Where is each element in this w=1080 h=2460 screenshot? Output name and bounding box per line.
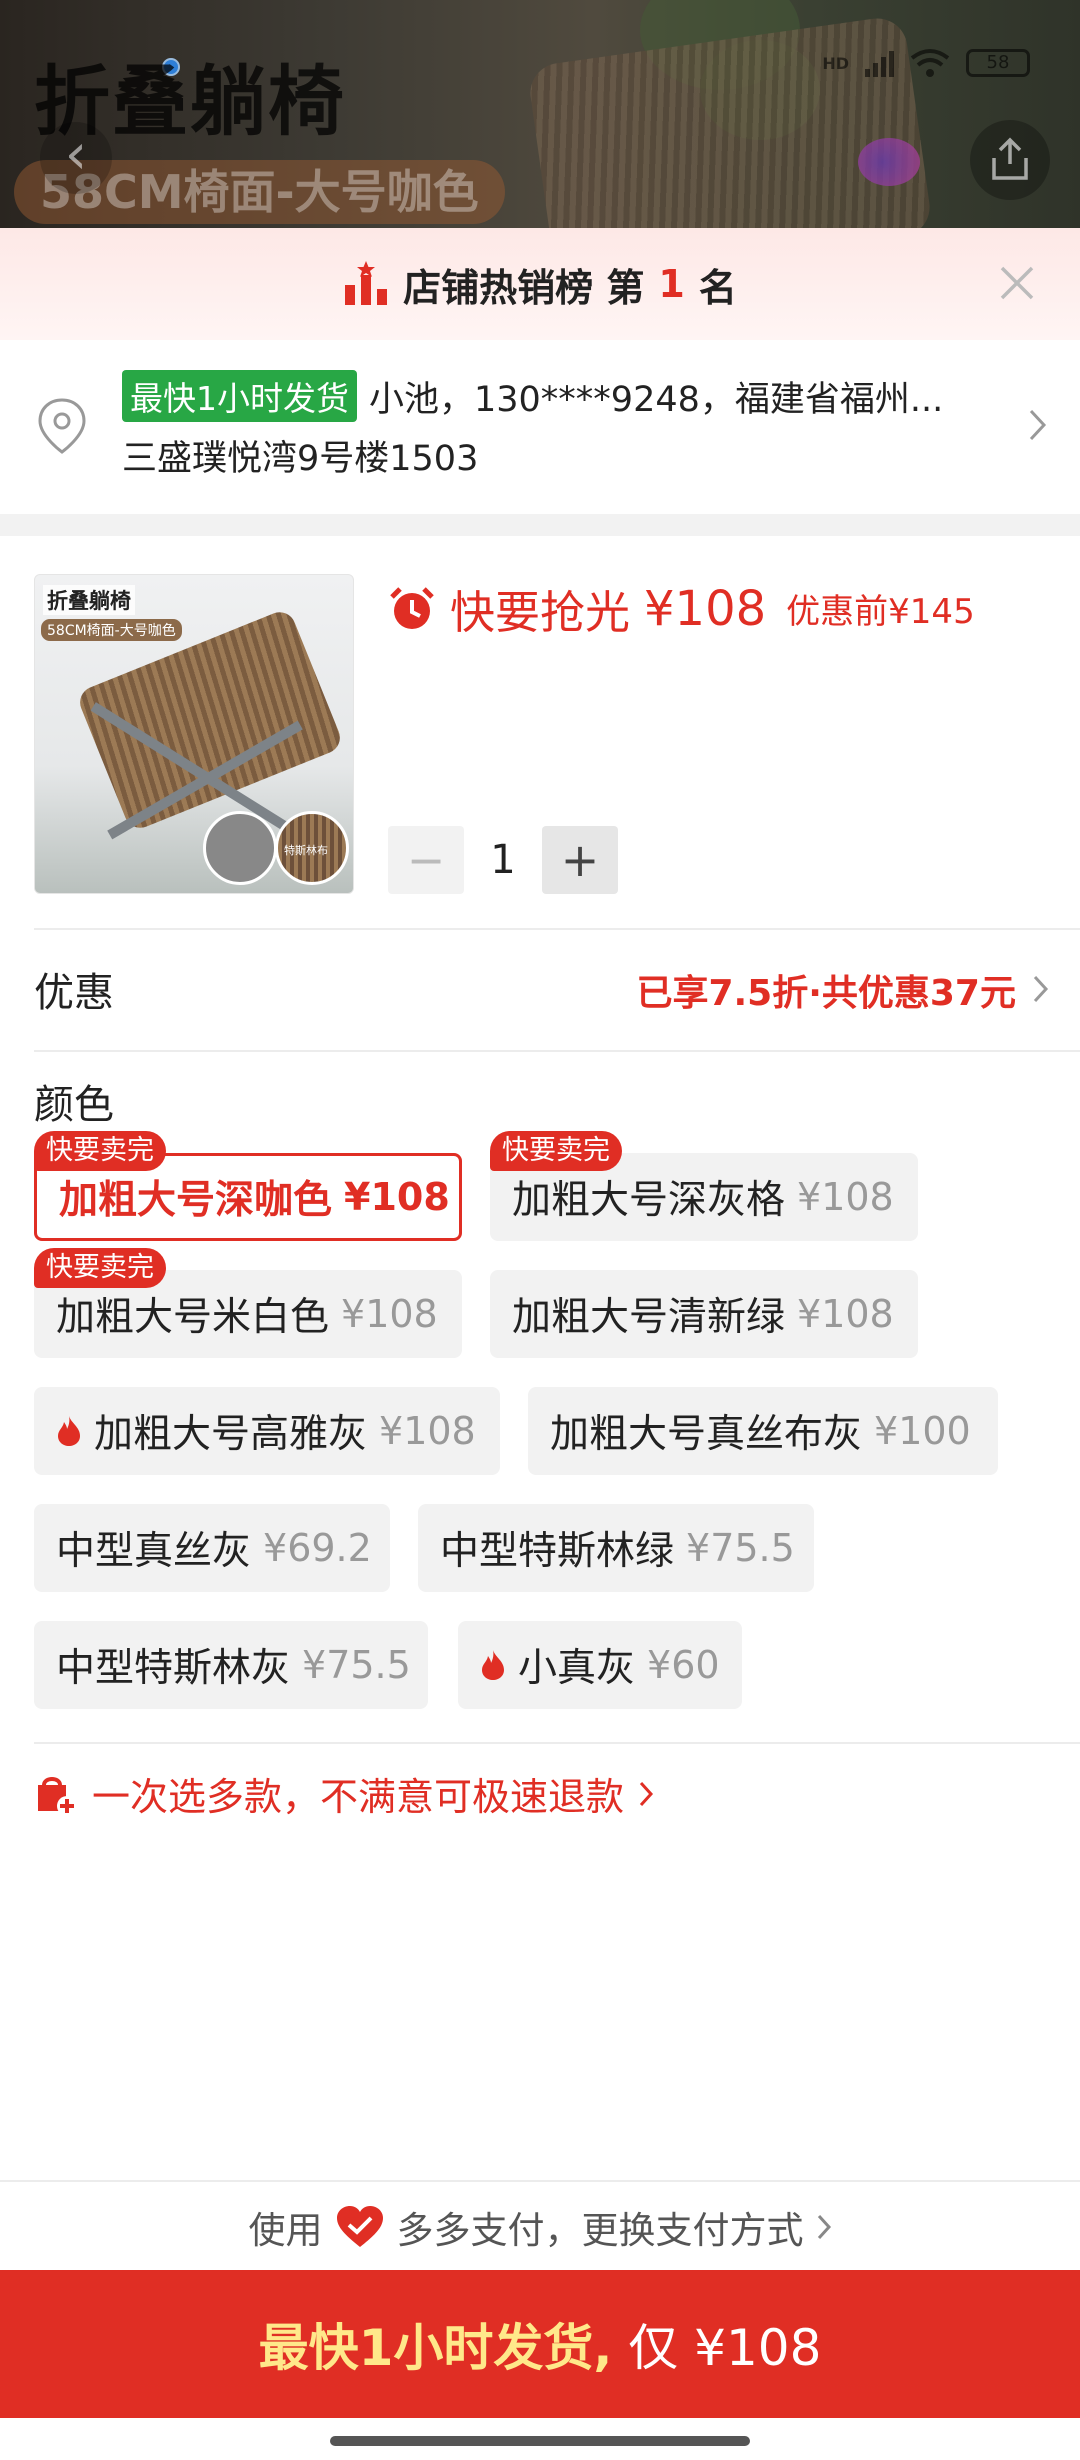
payment-suffix: 多多支付，更换支付方式: [396, 2209, 804, 2252]
color-option[interactable]: 中型特斯林绿 ¥75.5: [418, 1504, 814, 1592]
share-icon: [992, 137, 1028, 180]
signal-icon: [865, 49, 894, 77]
shopping-bag-icon: [38, 1776, 77, 1816]
option-price: ¥108: [797, 1292, 894, 1336]
location-pin-icon: [38, 398, 86, 454]
detail-circle: [203, 811, 277, 885]
price-row: 快要抢光 ¥108 优惠前¥145: [388, 576, 975, 641]
network-label: HD: [822, 53, 849, 73]
battery-icon: 58: [966, 49, 1030, 77]
address-section[interactable]: 最快1小时发货 小池，130****9248，福建省福州... 三盛璞悦湾9号楼…: [0, 340, 1080, 514]
option-price: ¥100: [874, 1409, 971, 1453]
thumbnail-title: 折叠躺椅: [43, 585, 135, 615]
flame-icon: [482, 1650, 504, 1680]
option-name: 中型真丝灰: [56, 1529, 252, 1574]
color-option[interactable]: 中型真丝灰 ¥69.2: [34, 1504, 390, 1592]
share-button[interactable]: [970, 120, 1050, 200]
divider: [0, 2180, 1080, 2182]
chevron-right-icon: [817, 2214, 831, 2240]
divider: [34, 928, 1080, 930]
fast-shipping-badge: 最快1小时发货: [122, 370, 357, 422]
option-price: ¥108: [341, 1292, 438, 1336]
rank-number: 1: [658, 262, 685, 306]
color-option[interactable]: 加粗大号真丝布灰 ¥100: [528, 1387, 998, 1475]
rank-prefix: 店铺热销榜 第: [403, 265, 645, 310]
product-thumbnail[interactable]: 折叠躺椅 58CM椅面-大号咖色 特斯林布: [34, 574, 354, 894]
low-stock-badge: 快要卖完: [490, 1131, 622, 1171]
fabric-label: 特斯林布: [284, 844, 328, 857]
rank-chart-icon: [345, 261, 388, 305]
option-price: ¥75.5: [686, 1526, 795, 1570]
hurry-text: 快要抢光: [450, 586, 631, 639]
divider: [34, 1742, 1080, 1744]
shop-rank-bar[interactable]: 店铺热销榜 第 1 名: [0, 228, 1080, 340]
quantity-stepper: − 1 +: [388, 826, 618, 894]
thumbnail-subtitle: 58CM椅面-大号咖色: [41, 619, 182, 641]
quantity-value[interactable]: 1: [464, 837, 542, 883]
option-name: 加粗大号深咖色: [59, 1178, 333, 1223]
color-option[interactable]: 中型特斯林灰 ¥75.5: [34, 1621, 428, 1709]
original-price: 优惠前¥145: [786, 592, 975, 632]
status-bar: HD 58: [822, 48, 1030, 78]
alarm-clock-icon: [390, 586, 434, 629]
low-stock-badge: 快要卖完: [34, 1248, 166, 1288]
payment-prefix: 使用: [248, 2209, 323, 2252]
chevron-right-icon: [1033, 975, 1049, 1003]
color-label: 颜色: [34, 1082, 114, 1128]
color-option[interactable]: 加粗大号清新绿 ¥108: [490, 1270, 918, 1358]
wifi-icon: [910, 49, 950, 77]
decrease-button[interactable]: −: [388, 826, 464, 894]
banner-chair-image: [526, 14, 934, 228]
chevron-right-icon: [639, 1781, 654, 1806]
chevron-right-icon: [1029, 409, 1047, 441]
discount-label: 优惠: [34, 970, 114, 1016]
option-price: ¥69.2: [263, 1526, 372, 1570]
cta-highlight: 最快1小时发货,: [258, 2319, 613, 2377]
multi-select-refund-link[interactable]: 一次选多款，不满意可极速退款: [32, 1766, 654, 1821]
option-name: 加粗大号真丝布灰: [550, 1412, 863, 1457]
flame-icon: [58, 1416, 80, 1446]
address-detail: 三盛璞悦湾9号楼1503: [122, 439, 479, 479]
cta-price: 仅 ¥108: [628, 2319, 822, 2377]
option-price: ¥60: [647, 1643, 720, 1687]
color-option[interactable]: 加粗大号高雅灰 ¥108: [34, 1387, 500, 1475]
current-price: ¥108: [644, 580, 767, 637]
divider: [34, 1050, 1080, 1052]
multi-select-text: 一次选多款，不满意可极速退款: [92, 1775, 625, 1819]
option-name: 加粗大号深灰格: [512, 1178, 786, 1223]
option-name: 小真灰: [518, 1646, 636, 1691]
section-divider: [0, 514, 1080, 536]
rank-suffix: 名: [698, 265, 737, 310]
heart-pay-icon: [336, 2206, 383, 2247]
close-icon[interactable]: [992, 258, 1042, 308]
option-name: 加粗大号米白色: [56, 1295, 330, 1340]
back-button[interactable]: ‹: [40, 122, 112, 194]
option-name: 中型特斯林灰: [56, 1646, 291, 1691]
avatar: [858, 138, 920, 186]
low-stock-badge: 快要卖完: [34, 1131, 166, 1171]
option-price: ¥75.5: [302, 1643, 411, 1687]
discount-value[interactable]: 已享7.5折·共优惠37元: [636, 964, 1016, 1016]
increase-button[interactable]: +: [542, 826, 618, 894]
option-price: ¥108: [344, 1175, 450, 1219]
option-name: 中型特斯林绿: [440, 1529, 675, 1574]
option-price: ¥108: [797, 1175, 894, 1219]
option-name: 加粗大号清新绿: [512, 1295, 786, 1340]
address-recipient: 小池，130****9248，福建省福州...: [369, 379, 944, 420]
payment-method-row[interactable]: 使用 多多支付，更换支付方式: [0, 2196, 1080, 2258]
color-option[interactable]: 小真灰 ¥60: [458, 1621, 742, 1709]
fabric-circle: 特斯林布: [275, 811, 349, 885]
option-name: 加粗大号高雅灰: [94, 1412, 368, 1457]
buy-button[interactable]: 最快1小时发货, 仅 ¥108: [0, 2270, 1080, 2418]
home-indicator[interactable]: [330, 2436, 750, 2446]
option-price: ¥108: [379, 1409, 476, 1453]
product-banner: 折叠躺椅 58CM椅面-大号咖色 HD 58 ‹: [0, 0, 1080, 228]
